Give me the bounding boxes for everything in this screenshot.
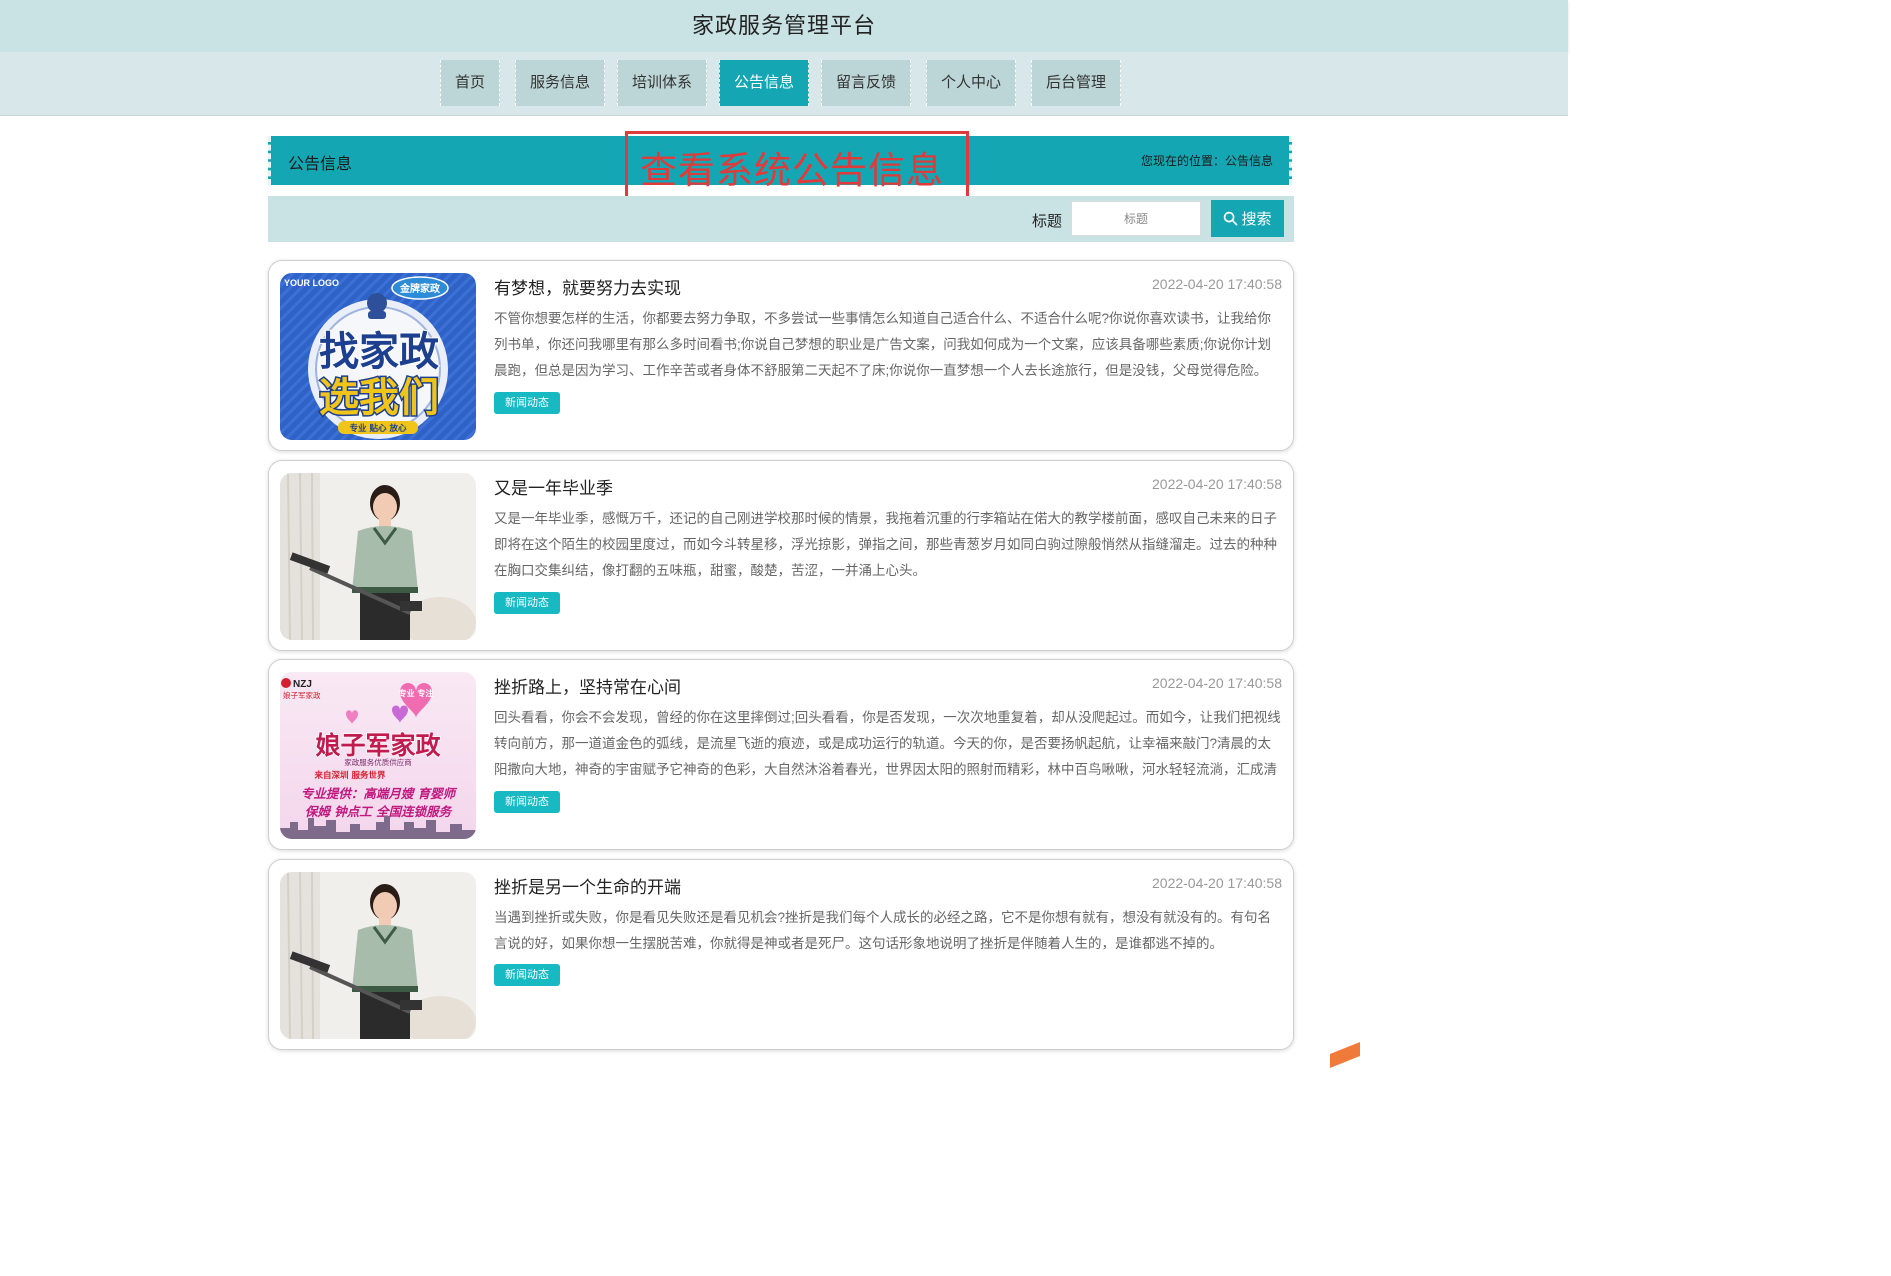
agency-poster-image: NZJ 娘子军家政 专业 专注 娘子军家政 家政服务优质供应商 来自深圳 服务世… bbox=[280, 672, 476, 839]
nav-item-feedback[interactable]: 留言反馈 bbox=[821, 60, 911, 106]
cleaner-photo-image bbox=[280, 473, 476, 640]
notice-date: 2022-04-20 17:40:58 bbox=[1152, 476, 1282, 492]
site-title: 家政服务管理平台 bbox=[691, 13, 876, 38]
nav-item-profile[interactable]: 个人中心 bbox=[926, 60, 1016, 106]
nav-item-training[interactable]: 培训体系 bbox=[617, 60, 707, 106]
notice-date: 2022-04-20 17:40:58 bbox=[1152, 675, 1282, 691]
notice-summary: 不管你想要怎样的生活，你都要去努力争取，不多尝试一些事情怎么知道自己适合什么、不… bbox=[494, 311, 1272, 378]
banner-logo: YOUR LOGO bbox=[284, 278, 339, 288]
corner-decoration bbox=[1330, 1041, 1360, 1069]
breadcrumb: 您现在的位置：公告信息 bbox=[1140, 154, 1273, 168]
notice-thumbnail[interactable]: 金牌家政 YOUR LOGO 找家政 选我们 专业 贴心 放心 bbox=[280, 273, 476, 440]
poster-line2: 保姆 钟点工 全国连锁服务 bbox=[305, 804, 454, 819]
poster-tagline: 来自深圳 服务世界 bbox=[314, 770, 386, 781]
search-button[interactable]: 搜索 bbox=[1211, 200, 1284, 237]
cleaner-photo-image bbox=[280, 872, 476, 1039]
poster-headline: 娘子军家政 bbox=[315, 731, 441, 760]
nav-item-services[interactable]: 服务信息 bbox=[515, 60, 605, 106]
banner-line2: 选我们 bbox=[319, 375, 439, 421]
notice-tag[interactable]: 新闻动态 bbox=[494, 392, 560, 414]
notice-card[interactable]: NZJ 娘子军家政 专业 专注 娘子军家政 家政服务优质供应商 来自深圳 服务世… bbox=[268, 659, 1294, 850]
notice-title[interactable]: 又是一年毕业季 bbox=[494, 474, 613, 499]
nav-item-home[interactable]: 首页 bbox=[440, 60, 500, 106]
poster-sub: 家政服务优质供应商 bbox=[344, 757, 412, 767]
notice-summary: 回头看看，你会不会发现，曾经的你在这里摔倒过;回头看看，你是否发现，一次次地重复… bbox=[494, 710, 1281, 777]
notice-tag[interactable]: 新闻动态 bbox=[494, 791, 560, 813]
banner-footer: 专业 贴心 放心 bbox=[350, 423, 407, 434]
notice-summary: 当遇到挫折或失败，你是看见失败还是看见机会?挫折是我们每个人成长的必经之路，它不… bbox=[494, 910, 1272, 951]
notice-tag[interactable]: 新闻动态 bbox=[494, 592, 560, 614]
notice-summary: 又是一年毕业季，感慨万千，还记的自己刚进学校那时候的情景，我拖着沉重的行李箱站在… bbox=[494, 511, 1277, 578]
banner-badge: 金牌家政 bbox=[399, 282, 441, 295]
poster-line1: 专业提供：高端月嫂 育婴师 bbox=[301, 786, 458, 801]
notice-card[interactable]: 又是一年毕业季 2022-04-20 17:40:58 又是一年毕业季，感慨万千… bbox=[268, 460, 1294, 651]
poster-heart-text: 专业 专注 bbox=[399, 688, 434, 698]
notice-title[interactable]: 有梦想，就要努力去实现 bbox=[494, 274, 681, 299]
poster-brand-sub: 娘子军家政 bbox=[283, 690, 321, 700]
poster-brand: NZJ bbox=[293, 679, 312, 690]
notice-thumbnail[interactable] bbox=[280, 473, 476, 640]
notice-date: 2022-04-20 17:40:58 bbox=[1152, 276, 1282, 292]
nav-item-admin[interactable]: 后台管理 bbox=[1031, 60, 1121, 106]
notice-title[interactable]: 挫折路上，坚持常在心间 bbox=[494, 673, 681, 698]
search-input[interactable] bbox=[1071, 201, 1201, 236]
section-title: 公告信息 bbox=[288, 156, 353, 173]
search-label: 标题 bbox=[1032, 213, 1063, 230]
notice-title[interactable]: 挫折是另一个生命的开端 bbox=[494, 873, 681, 898]
search-button-label: 搜索 bbox=[1241, 211, 1272, 228]
notice-thumbnail[interactable] bbox=[280, 872, 476, 1039]
notice-tag[interactable]: 新闻动态 bbox=[494, 964, 560, 986]
nav-item-notices[interactable]: 公告信息 bbox=[719, 60, 809, 106]
notice-card[interactable]: 金牌家政 YOUR LOGO 找家政 选我们 专业 贴心 放心 有梦想，就要努力… bbox=[268, 260, 1294, 451]
search-icon bbox=[1224, 211, 1238, 226]
annotation-text: 查看系统公告信息 bbox=[640, 150, 944, 191]
notice-thumbnail[interactable]: NZJ 娘子军家政 专业 专注 娘子军家政 家政服务优质供应商 来自深圳 服务世… bbox=[280, 672, 476, 839]
notice-card[interactable]: 挫折是另一个生命的开端 2022-04-20 17:40:58 当遇到挫折或失败… bbox=[268, 859, 1294, 1050]
banner-line1: 找家政 bbox=[319, 329, 439, 375]
notice-date: 2022-04-20 17:40:58 bbox=[1152, 875, 1282, 891]
ad-banner-image: 金牌家政 YOUR LOGO 找家政 选我们 专业 贴心 放心 bbox=[280, 273, 476, 440]
